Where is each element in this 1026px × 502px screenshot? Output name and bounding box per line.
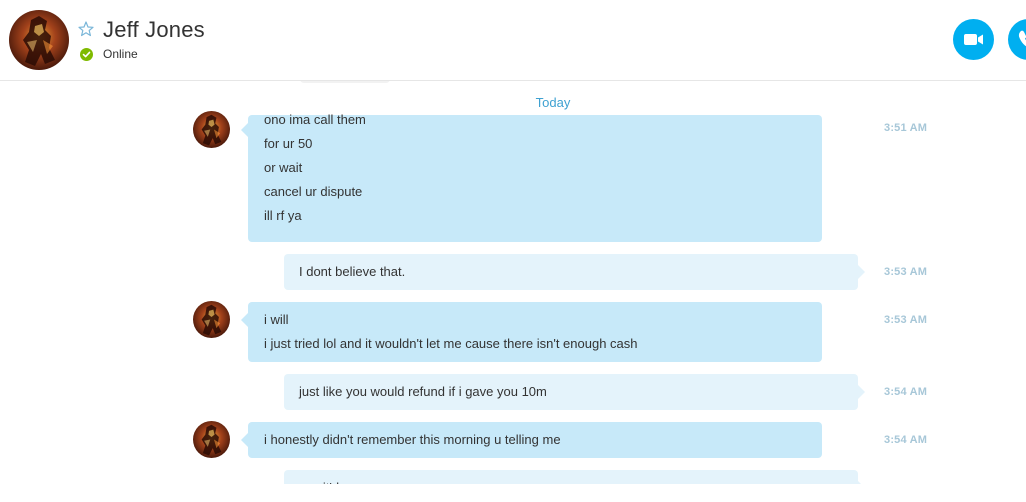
message-line: or wait xyxy=(264,160,303,175)
message-line: i will xyxy=(264,312,289,327)
message-line: I dont believe that. xyxy=(299,264,406,279)
conversation-header: Jeff Jones Online xyxy=(0,0,1026,81)
message-line: cancel ur dispute xyxy=(264,184,363,199)
message-timestamp: 3:51 AM xyxy=(884,122,928,134)
sender-avatar[interactable] xyxy=(193,111,230,148)
message-bubble[interactable]: ono ima call them for ur 50 or wait canc… xyxy=(241,112,822,242)
message-line: ono ima call them xyxy=(264,112,366,127)
bubble-tail xyxy=(858,481,865,484)
bubble-tail xyxy=(241,123,248,137)
message-line: i just tried lol and it wouldn't let me … xyxy=(264,336,638,351)
phone-icon xyxy=(1018,30,1026,47)
sender-avatar[interactable] xyxy=(193,301,230,338)
message-bubble[interactable]: i honestly didn't remember this morning … xyxy=(241,422,822,458)
contact-name[interactable]: Jeff Jones xyxy=(103,17,205,43)
message-timestamp: 3:53 AM xyxy=(884,314,928,326)
message-line: just like you would refund if i gave you… xyxy=(299,384,547,399)
online-status-icon xyxy=(80,48,93,61)
message-bubble[interactable]: I dont believe that. xyxy=(284,254,865,290)
message-bubble[interactable]: yes it'd ... xyxy=(284,470,865,484)
message-timestamp: 3:54 AM xyxy=(884,434,928,446)
message-line: yes it'd ... xyxy=(299,476,858,484)
bubble-tail xyxy=(241,433,248,447)
video-call-button[interactable] xyxy=(953,19,994,60)
message-timestamp: 3:54 AM xyxy=(884,386,928,398)
bubble-tail xyxy=(858,385,865,399)
message-line: for ur 50 xyxy=(264,136,313,151)
message-line: i honestly didn't remember this morning … xyxy=(264,432,561,447)
previous-message-fade xyxy=(300,81,390,83)
sender-avatar[interactable] xyxy=(193,421,230,458)
message-history[interactable]: Today ono ima call them for ur 50 or wai… xyxy=(0,81,1026,484)
contact-avatar[interactable] xyxy=(9,10,69,70)
message-bubble[interactable]: i will i just tried lol and it wouldn't … xyxy=(241,302,822,362)
status-text: Online xyxy=(103,47,138,61)
star-outline-icon[interactable] xyxy=(77,20,95,38)
bubble-tail xyxy=(858,265,865,279)
video-camera-icon xyxy=(964,34,983,45)
message-bubble[interactable]: just like you would refund if i gave you… xyxy=(284,374,865,410)
message-timestamp: 3:53 AM xyxy=(884,266,928,278)
audio-call-button[interactable] xyxy=(1008,19,1026,60)
message-line: ill rf ya xyxy=(264,208,302,223)
bubble-tail xyxy=(241,313,248,327)
